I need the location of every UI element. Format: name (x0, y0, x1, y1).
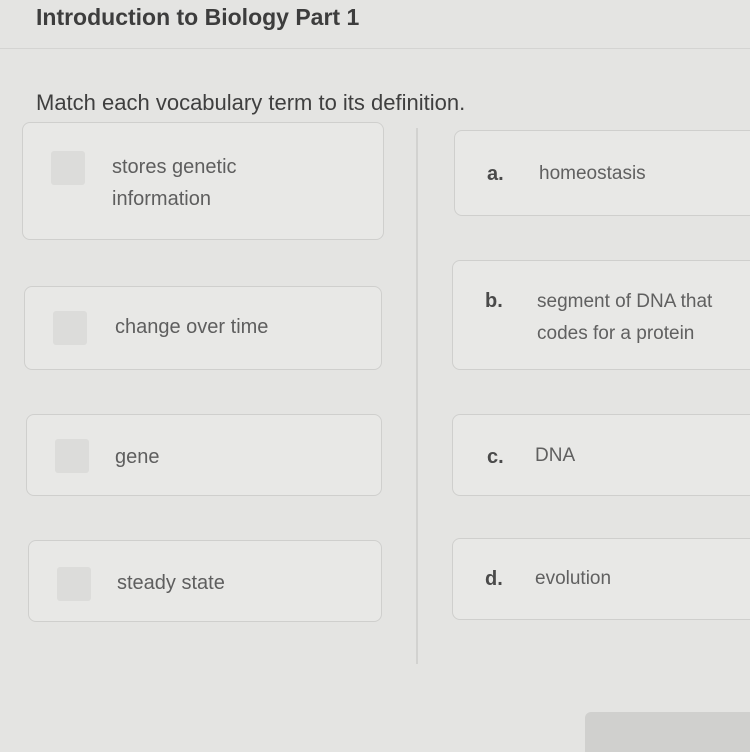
footer-bar (585, 712, 750, 752)
term-label-1-line1: stores genetic (112, 156, 237, 178)
term-card-4[interactable]: steady state (28, 540, 382, 622)
page-title: Introduction to Biology Part 1 (36, 4, 360, 30)
definition-text-a: homeostasis (539, 163, 646, 184)
term-label-1-line2: information (112, 188, 211, 210)
term-card-2[interactable]: change over time (24, 286, 382, 370)
definition-text-d: evolution (535, 568, 612, 589)
drop-target-4[interactable] (57, 567, 91, 601)
definition-card-b[interactable]: b. segment of DNA that codes for a prote… (452, 260, 750, 370)
term-card-3[interactable]: gene (26, 414, 382, 496)
column-divider (416, 128, 418, 664)
definition-card-d[interactable]: d. evolution (452, 538, 750, 620)
definition-letter-a: a. (487, 163, 504, 185)
drop-target-3[interactable] (55, 439, 89, 473)
drop-target-2[interactable] (53, 311, 87, 345)
definition-text-b-line2: codes for a protein (537, 323, 695, 344)
definition-letter-d: d. (485, 568, 503, 590)
header-divider (0, 48, 750, 49)
term-card-1[interactable]: stores genetic information (22, 122, 384, 240)
instructions-text: Match each vocabulary term to its defini… (36, 90, 466, 115)
term-label-2: change over time (115, 316, 269, 338)
definition-text-b-line1: segment of DNA that (537, 291, 713, 312)
definition-letter-b: b. (485, 290, 503, 312)
definition-text-c: DNA (535, 445, 576, 466)
term-label-3: gene (115, 446, 160, 468)
definition-card-a[interactable]: a. homeostasis (454, 130, 750, 216)
term-label-4: steady state (117, 572, 225, 594)
definition-letter-c: c. (487, 446, 504, 468)
definition-card-c[interactable]: c. DNA (452, 414, 750, 496)
drop-target-1[interactable] (51, 151, 85, 185)
